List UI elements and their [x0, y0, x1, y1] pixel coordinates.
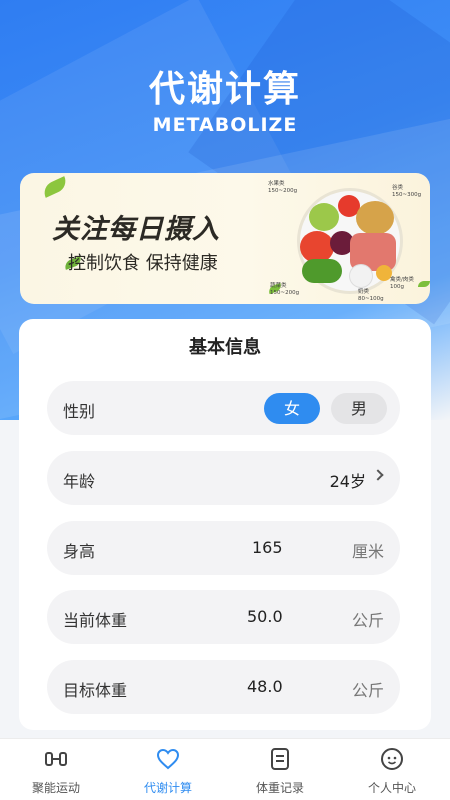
nutrition-banner[interactable]: 关注每日摄入 控制饮食 保持健康 水果类 150~200g 谷类 150~300… — [20, 173, 430, 304]
food-image — [356, 201, 394, 235]
current-weight-input[interactable]: 50.0 — [247, 607, 283, 626]
food-label-milk: 奶类 80~100g — [358, 289, 384, 302]
target-weight-row: 目标体重 48.0 公斤 — [47, 660, 400, 714]
heart-icon — [156, 748, 180, 770]
notebook-icon — [271, 748, 289, 770]
height-unit: 厘米 — [351, 542, 384, 561]
food-image — [309, 203, 339, 231]
tab-label: 个人中心 — [367, 781, 416, 795]
height-label: 身高 — [63, 542, 96, 561]
gender-label: 性别 — [63, 402, 96, 421]
target-weight-input[interactable]: 48.0 — [247, 677, 283, 696]
food-image — [302, 259, 342, 283]
leaf-icon — [418, 281, 430, 287]
gender-option-female[interactable]: 女 — [264, 393, 320, 424]
age-row[interactable]: 年龄 24岁 — [47, 451, 400, 505]
gender-row: 性别 女 男 — [47, 381, 400, 435]
food-label-grain: 谷类 150~300g — [392, 185, 422, 198]
chevron-right-icon — [372, 469, 384, 481]
height-input[interactable]: 165 — [252, 538, 283, 557]
current-weight-label: 当前体重 — [63, 611, 128, 630]
food-image — [350, 265, 372, 287]
tab-metabolism[interactable]: 代谢计算 — [112, 739, 224, 800]
tab-weight-record[interactable]: 体重记录 — [224, 739, 336, 800]
smiley-face-icon — [381, 748, 403, 770]
bottom-tab-bar: 聚能运动 代谢计算 体重记录 个人中心 — [0, 738, 450, 800]
gender-option-male[interactable]: 男 — [331, 393, 387, 424]
leaf-icon — [40, 176, 70, 198]
banner-tagline: 控制饮食 保持健康 — [68, 253, 218, 274]
basic-info-card: 基本信息 性别 女 男 年龄 24岁 身高 165 厘米 当前体重 50.0 公… — [19, 319, 431, 730]
food-label-meat: 禽类/肉类 100g — [390, 277, 414, 290]
food-label-vegetable: 蔬菜类 150~200g — [270, 283, 300, 296]
tab-sports[interactable]: 聚能运动 — [0, 739, 112, 800]
current-weight-row: 当前体重 50.0 公斤 — [47, 590, 400, 644]
card-title: 基本信息 — [189, 337, 261, 358]
banner-headline: 关注每日摄入 — [52, 214, 220, 245]
age-label: 年龄 — [63, 472, 96, 491]
tab-label: 聚能运动 — [31, 781, 80, 795]
dumbbell-icon — [45, 752, 67, 766]
food-label-fruit: 水果类 150~200g — [268, 181, 298, 194]
target-weight-unit: 公斤 — [351, 681, 384, 700]
height-row: 身高 165 厘米 — [47, 521, 400, 575]
page-subtitle: METABOLIZE — [152, 114, 298, 136]
page-title: 代谢计算 — [148, 69, 301, 110]
age-value: 24岁 — [329, 472, 366, 491]
tab-label: 体重记录 — [255, 781, 304, 795]
current-weight-unit: 公斤 — [351, 611, 384, 630]
tab-profile[interactable]: 个人中心 — [336, 739, 448, 800]
tab-label: 代谢计算 — [143, 781, 192, 795]
target-weight-label: 目标体重 — [63, 681, 128, 700]
